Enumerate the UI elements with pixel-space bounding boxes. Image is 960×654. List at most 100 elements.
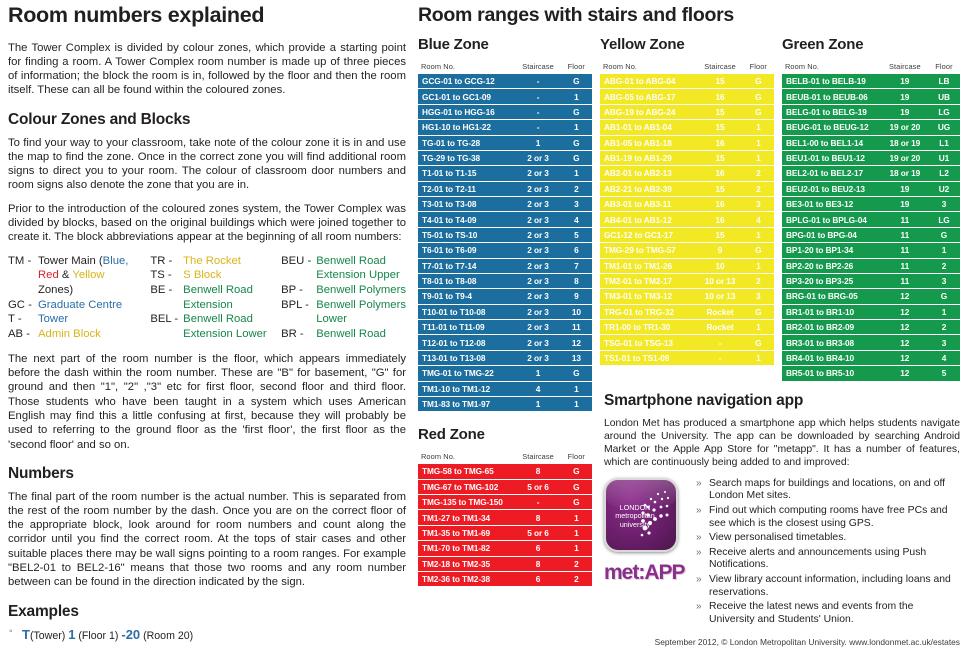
floor-cell: 9 <box>560 289 592 304</box>
examples-heading: Examples <box>8 602 79 620</box>
staircase-cell: 10 or 13 <box>697 289 743 304</box>
abbreviation-text: Admin Block <box>38 328 101 341</box>
staircase-cell: 2 or 3 <box>515 304 561 319</box>
table-row: TG-29 to TG-38 2 or 3G <box>418 150 592 166</box>
room-range-cell: BEU1-01 to BEU1-12 <box>782 150 882 166</box>
table-row: ABG-01 to ABG-04 15 G <box>600 74 774 89</box>
abbreviation-text: Graduate Centre <box>38 298 123 311</box>
column-header: Room No. <box>421 62 456 71</box>
footer-credit: September 2012, © London Metropolitan Un… <box>654 637 960 647</box>
abbreviation-key: GC - <box>8 298 32 311</box>
column-header: Room No. <box>785 62 820 71</box>
room-range-cell: TM2-36 to TM2-38 <box>418 571 516 587</box>
floor-cell: 1 <box>742 150 774 166</box>
table-row: TM1-27 to TM1-34 8 1 <box>418 510 592 525</box>
app-features-list: Search maps for buildings and locations,… <box>696 478 960 629</box>
staircase-cell: Rocket <box>697 304 743 319</box>
floor-cell: G <box>742 335 774 350</box>
abbreviation-key <box>150 327 183 342</box>
table-row: TMG-67 to TMG-102 5 or 6G <box>418 479 592 494</box>
staircase-cell: 2 or 3 <box>515 289 561 304</box>
floor-cell: G <box>560 74 592 89</box>
table-row: TM1-70 to TM1-82 6 1 <box>418 541 592 556</box>
table-row: BR2-01 to BR2-09 12 2 <box>782 320 960 335</box>
staircase-cell: - <box>515 120 561 135</box>
room-range-cell: TRG-01 to TRG-32 <box>600 304 698 319</box>
colour-zones-paragraph-2: Prior to the introduction of the coloure… <box>8 202 406 244</box>
floor-cell: UB <box>927 89 960 104</box>
left-column: Room numbers explained The Tower Complex… <box>8 0 410 654</box>
floor-cell: 5 <box>560 227 592 243</box>
table-row: BEL1-00 to BEL1-14 18 or 19 L1 <box>782 135 960 150</box>
abbreviation-value: Extension Upper <box>316 268 406 283</box>
staircase-cell: 19 <box>881 104 928 120</box>
floor-cell: G <box>742 104 774 120</box>
abbreviation-row: TM - Tower Main (Blue, <box>8 254 150 269</box>
column-header: Staircase <box>704 62 736 71</box>
abbreviation-row: TS - S Block <box>150 268 281 283</box>
staircase-cell: 2 or 3 <box>515 227 561 243</box>
room-range-cell: TM1-70 to TM1-82 <box>418 541 516 556</box>
example-floor-label: (Floor 1) <box>75 630 122 643</box>
abbreviation-value: Tower Main (Blue, <box>38 254 150 269</box>
yellow-zone-title: Yellow Zone <box>600 36 685 53</box>
staircase-cell: 8 <box>515 556 561 571</box>
floor-cell: 2 <box>742 273 774 289</box>
staircase-cell: 16 <box>697 212 743 227</box>
room-range-cell: BEUB-01 to BEUB-06 <box>782 89 882 104</box>
staircase-cell: 8 <box>515 510 561 525</box>
abbreviation-text: Zones) <box>38 283 74 296</box>
floor-cell: 1 <box>927 304 960 319</box>
abbreviation-text: Benwell Polymers <box>316 283 406 296</box>
room-range-cell: T6-01 to T6-09 <box>418 243 516 258</box>
table-header-row: Room No. Staircase Floor <box>600 62 774 73</box>
table-row: BR1-01 to BR1-10 12 1 <box>782 304 960 319</box>
staircase-cell: 12 <box>881 366 928 381</box>
abbreviation-row: BR - Benwell Road <box>281 327 406 342</box>
abbreviation-key: BPL - <box>281 298 309 311</box>
floor-cell: G <box>560 464 592 479</box>
table-row: TR1-00 to TR1-30 Rocket 1 <box>600 320 774 335</box>
room-range-cell: BR3-01 to BR3-08 <box>782 335 882 350</box>
abbreviation-value: Graduate Centre <box>38 298 150 313</box>
floor-cell: 2 <box>560 571 592 587</box>
floor-cell: 1 <box>742 320 774 335</box>
room-range-cell: BR1-01 to BR1-10 <box>782 304 882 319</box>
staircase-cell: 12 <box>881 320 928 335</box>
room-range-cell: T3-01 to T3-08 <box>418 197 516 212</box>
staircase-cell: - <box>515 89 561 104</box>
staircase-cell: 16 <box>697 89 743 104</box>
table-row: BEUB-01 to BEUB-06 19 UB <box>782 89 960 104</box>
staircase-cell: 2 or 3 <box>515 166 561 181</box>
room-range-cell: BR4-01 to BR4-10 <box>782 350 882 366</box>
table-row: ABG-05 to ABG-17 16 G <box>600 89 774 104</box>
room-range-cell: T1-01 to T1-15 <box>418 166 516 181</box>
room-range-cell: BEUG-01 to BEUG-12 <box>782 120 882 135</box>
room-range-cell: GCG-01 to GCG-12 <box>418 74 516 89</box>
table-header-row: Room No. Staircase Floor <box>782 62 960 73</box>
staircase-cell: 15 <box>697 227 743 243</box>
floor-cell: 4 <box>927 350 960 366</box>
feature-item: Find out which computing rooms have free… <box>696 505 960 531</box>
abbreviation-column-3: BEU - Benwell Road Extension Upper BP - Benw… <box>281 254 406 342</box>
abbreviation-text: Extension Upper <box>316 269 400 282</box>
column-header: Staircase <box>522 452 554 462</box>
table-row: GCG-01 to GCG-12- G <box>418 74 592 89</box>
floor-cell: 1 <box>560 166 592 181</box>
floor-cell: L1 <box>927 135 960 150</box>
room-range-cell: HG1-10 to HG1-22 <box>418 120 516 135</box>
room-range-cell: TMG-135 to TMG-150 <box>418 495 516 510</box>
abbreviation-text: Benwell Road <box>316 328 386 341</box>
floor-cell: 1 <box>560 381 592 396</box>
abbreviation-key: TR - <box>150 254 173 267</box>
room-range-cell: TM1-27 to TM1-34 <box>418 510 516 525</box>
staircase-cell: 19 <box>881 181 928 196</box>
column-header: Floor <box>567 452 585 462</box>
room-range-cell: T4-01 to T4-09 <box>418 212 516 227</box>
intro-paragraph: The Tower Complex is divided by colour z… <box>8 41 406 97</box>
abbreviation-value: Tower <box>38 312 150 327</box>
table-row: AB2-01 to AB2-13 16 2 <box>600 166 774 181</box>
floor-cell: U1 <box>927 150 960 166</box>
room-range-cell: T12-01 to T12-08 <box>418 335 516 350</box>
table-row: TG-01 to TG-28 1 G <box>418 135 592 150</box>
